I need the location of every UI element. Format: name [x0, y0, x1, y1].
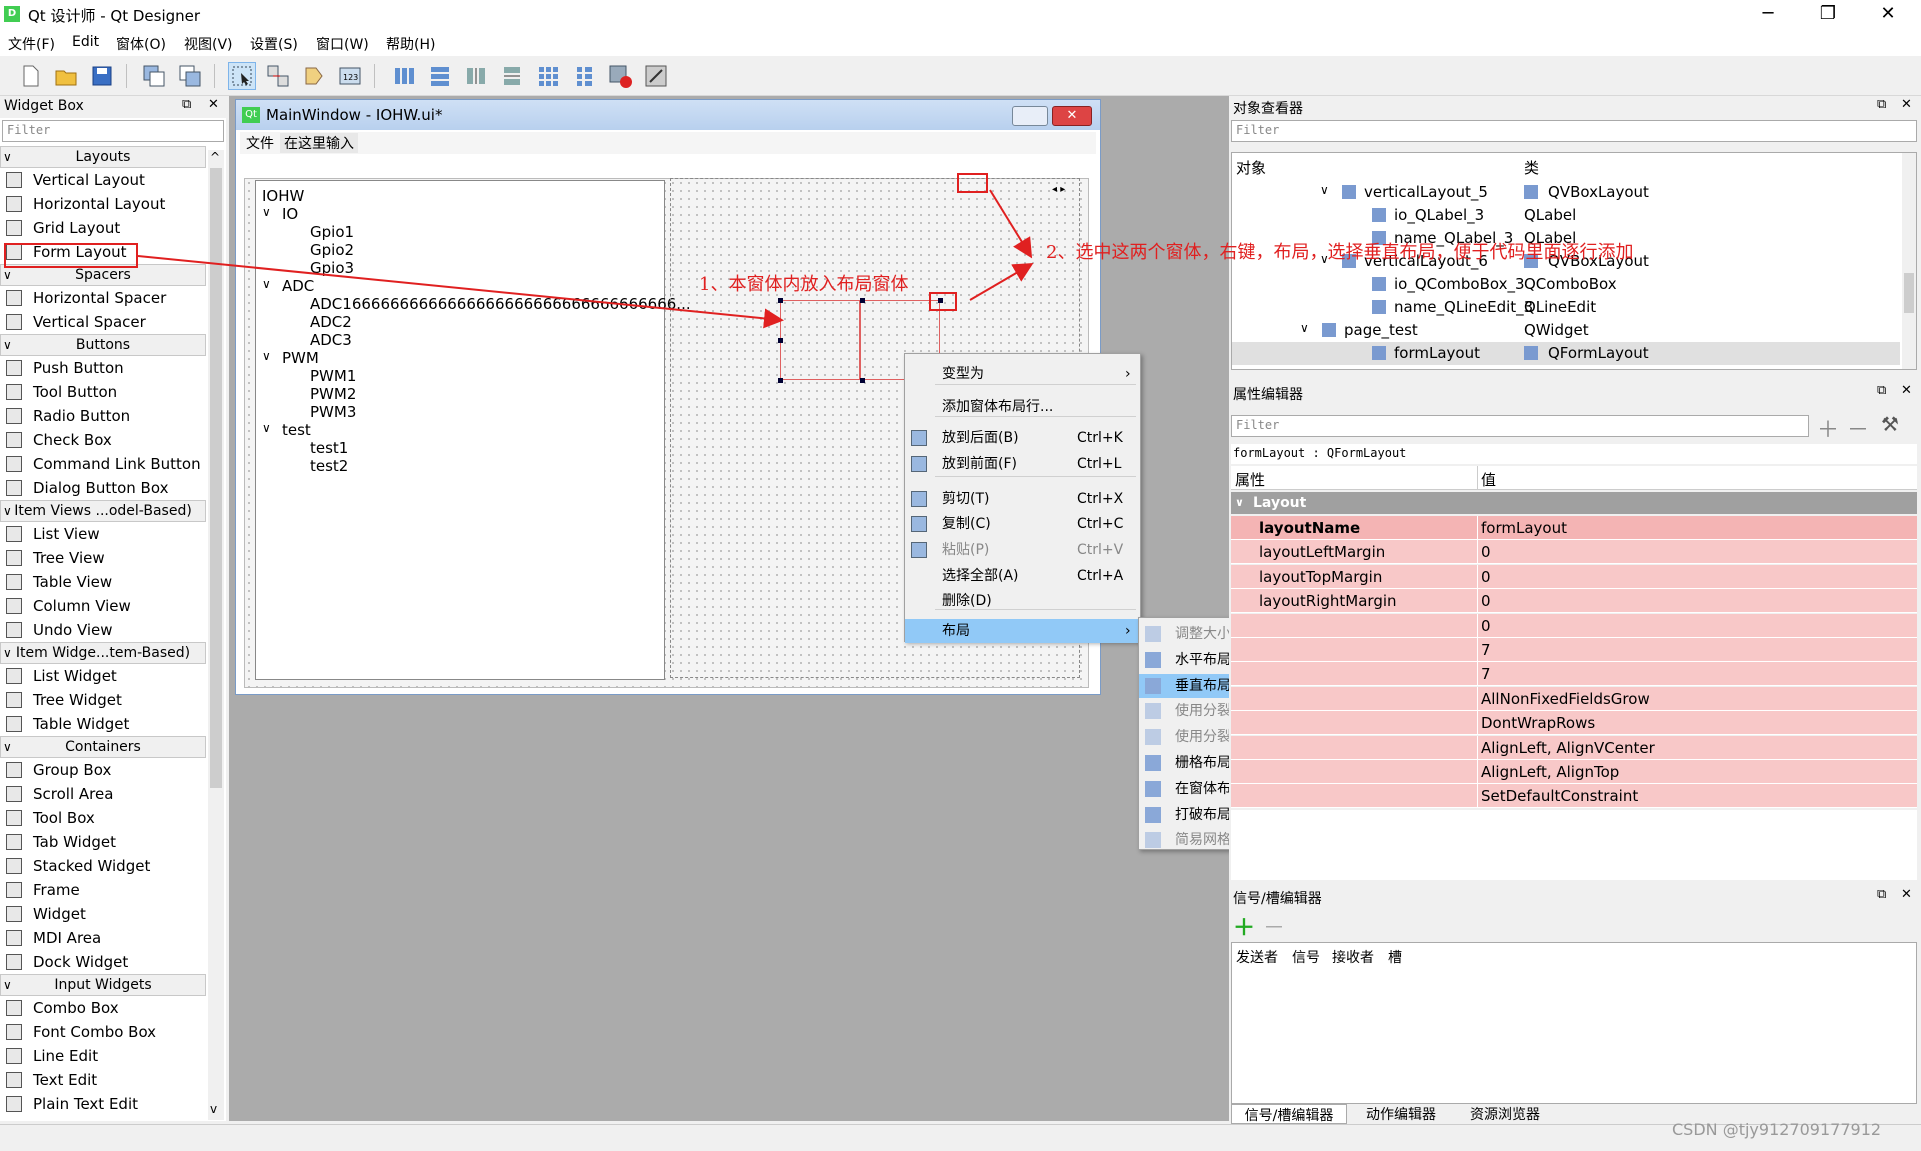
annotation-arrows [137, 189, 1034, 329]
arrow-to-canvas [137, 255, 784, 329]
arrow-step2-b [969, 262, 1034, 301]
arrow-step2-a [989, 189, 1033, 259]
